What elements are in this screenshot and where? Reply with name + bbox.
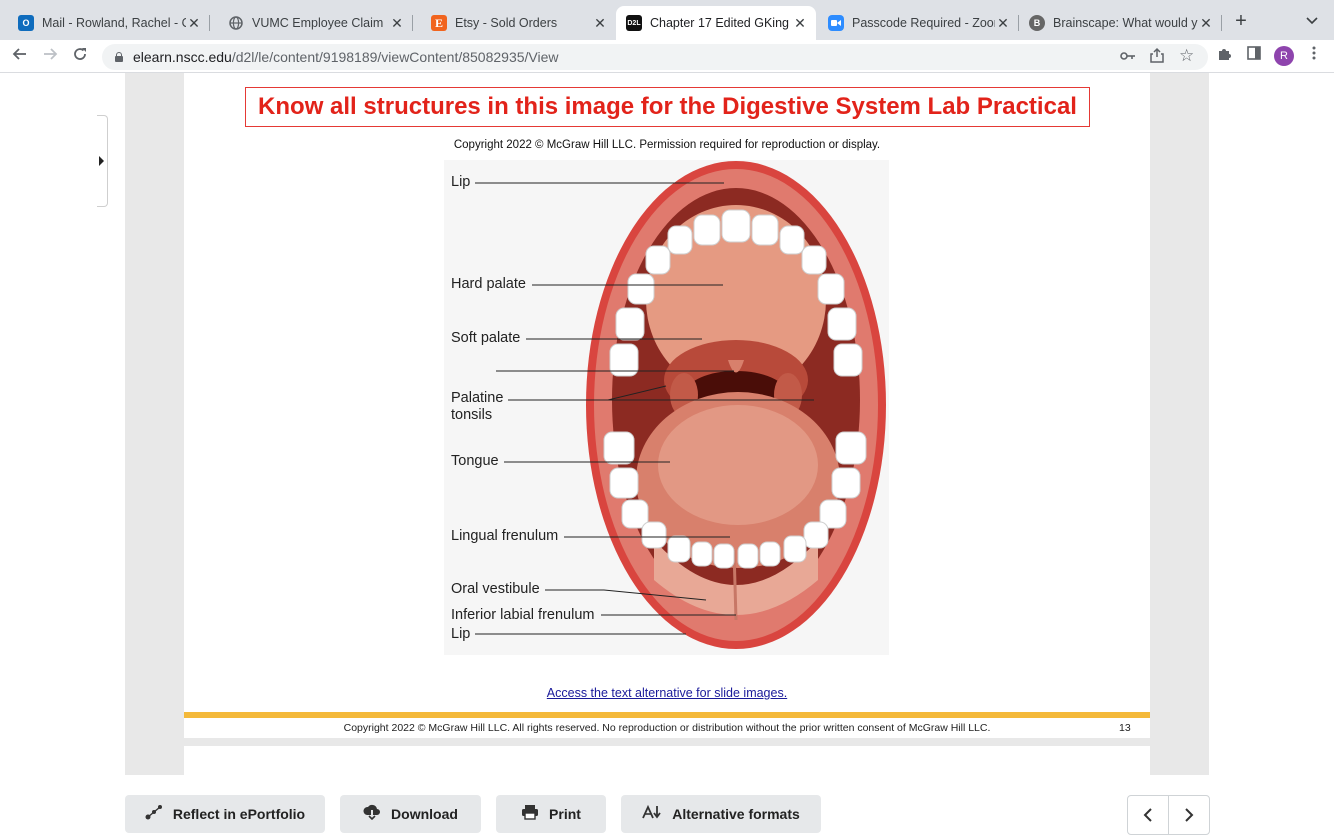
lock-icon[interactable] [114, 52, 124, 62]
next-page-button[interactable] [1168, 795, 1210, 835]
alternative-formats-button[interactable]: Alternative formats [621, 795, 821, 833]
label-tongue: Tongue [451, 453, 499, 469]
label-soft-palate: Soft palate [451, 330, 521, 346]
tab-vumc[interactable]: VUMC Employee Claim ✕ [210, 6, 413, 40]
browser-tab-strip: O Mail - Rowland, Rachel - Ou ✕ VUMC Emp… [0, 0, 1334, 40]
address-bar[interactable]: elearn.nscc.edu/d2l/le/content/9198189/v… [102, 44, 1208, 70]
brainscape-icon: B [1029, 15, 1045, 31]
outlook-icon: O [18, 15, 34, 31]
back-arrow-icon[interactable] [10, 46, 30, 66]
tab-search-chevron-icon[interactable] [1306, 14, 1318, 28]
tab-title: Etsy - Sold Orders [455, 16, 558, 30]
label-oral-vestibule: Oral vestibule [451, 581, 540, 597]
text-alternative-link[interactable]: Access the text alternative for slide im… [184, 686, 1150, 700]
zoom-icon [828, 15, 844, 31]
cloud-download-icon [363, 804, 381, 824]
content-action-bar: Reflect in ePortfolio Download Print Alt… [0, 775, 1334, 835]
slide-footer-bar [184, 712, 1150, 718]
close-icon[interactable]: ✕ [792, 15, 808, 32]
alt-formats-label: Alternative formats [672, 806, 800, 822]
download-label: Download [391, 806, 458, 822]
chevron-left-icon [1143, 808, 1152, 822]
tab-title: Passcode Required - Zoom [852, 16, 995, 30]
alt-formats-icon [642, 804, 662, 824]
previous-page-button[interactable] [1127, 795, 1169, 835]
globe-icon [228, 15, 244, 31]
close-icon[interactable]: ✕ [389, 15, 405, 32]
tab-title: VUMC Employee Claim [252, 16, 384, 30]
close-icon[interactable]: ✕ [995, 15, 1011, 32]
close-icon[interactable]: ✕ [186, 15, 202, 32]
label-lip-bottom: Lip [451, 626, 471, 642]
slide-headline: Know all structures in this image for th… [258, 93, 1077, 120]
tab-zoom[interactable]: Passcode Required - Zoom ✕ [816, 6, 1019, 40]
tab-title: Mail - Rowland, Rachel - Ou [42, 16, 186, 30]
chevron-right-icon [1185, 808, 1194, 822]
share-icon[interactable] [1150, 47, 1164, 66]
tab-etsy[interactable]: E Etsy - Sold Orders ✕ [413, 6, 616, 40]
etsy-icon: E [431, 15, 447, 31]
label-inferior-labial-frenulum: Inferior labial frenulum [451, 607, 595, 623]
reflect-label: Reflect in ePortfolio [172, 806, 306, 822]
close-icon[interactable]: ✕ [592, 15, 608, 32]
headline-box: Know all structures in this image for th… [245, 87, 1090, 127]
print-label: Print [549, 806, 581, 822]
profile-avatar[interactable]: R [1274, 46, 1294, 66]
print-button[interactable]: Print [496, 795, 606, 833]
slide-page-number: 13 [1119, 722, 1131, 734]
sidebar-expand-handle[interactable] [97, 115, 108, 207]
reflect-eportfolio-button[interactable]: Reflect in ePortfolio [125, 795, 325, 833]
printer-icon [521, 804, 539, 824]
close-icon[interactable]: ✕ [1198, 15, 1214, 32]
label-lip-top: Lip [451, 174, 471, 190]
extensions-puzzle-icon[interactable] [1214, 46, 1234, 66]
new-tab-plus-icon[interactable]: + [1232, 11, 1250, 31]
expand-arrow-icon [99, 156, 104, 166]
more-menu-icon[interactable] [1304, 46, 1324, 66]
side-panel-icon[interactable] [1244, 46, 1264, 66]
key-icon[interactable] [1120, 49, 1136, 65]
bookmark-star-icon[interactable]: ☆ [1179, 46, 1194, 66]
tab-title: Brainscape: What would yo [1053, 16, 1198, 30]
tab-title: Chapter 17 Edited GKing - D [650, 16, 792, 30]
slide-13: Know all structures in this image for th… [184, 73, 1150, 738]
forward-arrow-icon[interactable] [40, 46, 60, 66]
label-tonsils: tonsils [451, 407, 493, 423]
tab-brainscape[interactable]: B Brainscape: What would yo ✕ [1019, 6, 1222, 40]
reload-icon[interactable] [70, 46, 90, 66]
label-lingual-frenulum: Lingual frenulum [451, 528, 559, 544]
copyright-top: Copyright 2022 © McGraw Hill LLC. Permis… [453, 139, 881, 151]
browser-toolbar: elearn.nscc.edu/d2l/le/content/9198189/v… [0, 40, 1334, 73]
label-hard-palate: Hard palate [451, 276, 526, 292]
tab-chapter17[interactable]: D2L Chapter 17 Edited GKing - D ✕ [616, 6, 816, 40]
copyright-bottom: Copyright 2022 © McGraw Hill LLC. All ri… [343, 722, 991, 734]
download-button[interactable]: Download [340, 795, 481, 833]
tab-mail[interactable]: O Mail - Rowland, Rachel - Ou ✕ [0, 6, 210, 40]
d2l-icon: D2L [626, 15, 642, 31]
url-text: elearn.nscc.edu/d2l/le/content/9198189/v… [133, 49, 559, 65]
label-palatine: Palatine [451, 390, 504, 406]
next-slide-preview [184, 746, 1150, 775]
reflect-icon [145, 804, 163, 824]
